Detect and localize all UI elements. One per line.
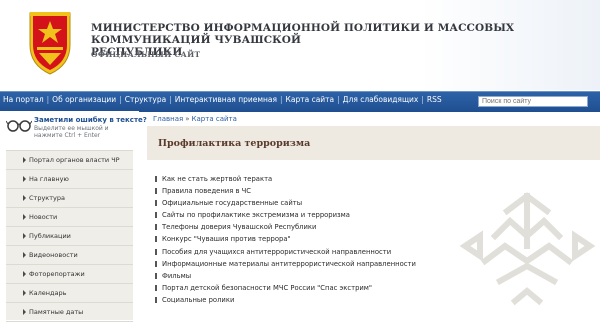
page-title-box: Профилактика терроризма [147, 126, 600, 160]
error-box-title: Заметили ошибку в тексте? [34, 116, 147, 124]
breadcrumb-current[interactable]: Карта сайта [192, 115, 237, 123]
arrow-right-icon [23, 309, 26, 315]
sidebar-item-label: На главную [29, 175, 69, 183]
arrow-right-icon [23, 214, 26, 220]
nav-separator: | [421, 95, 424, 104]
nav-about[interactable]: Об организации [52, 95, 116, 104]
sidebar-item-calendar[interactable]: Календарь [6, 284, 133, 303]
chuvashia-emblem-icon[interactable] [27, 9, 73, 77]
sidebar-item-label: Публикации [29, 232, 71, 240]
sidebar-item-news[interactable]: Новости [6, 208, 133, 227]
list-item[interactable]: Телефоны доверия Чувашской Республики [154, 221, 416, 233]
nav-separator: | [280, 95, 283, 104]
nav-rss[interactable]: RSS [427, 95, 442, 104]
nav-structure[interactable]: Структура [125, 95, 167, 104]
breadcrumb: Главная» Карта сайта [153, 115, 237, 123]
sidebar-item-videonews[interactable]: Видеоновости [6, 246, 133, 265]
page-title: Профилактика терроризма [158, 138, 311, 149]
sidebar-item-label: Фоторепортажи [29, 270, 85, 278]
nav-sitemap[interactable]: Карта сайта [286, 95, 335, 104]
nav-portal[interactable]: На портал [3, 95, 44, 104]
sidebar-item-label: Видеоновости [29, 251, 78, 259]
chuvash-ornament-icon [459, 192, 596, 306]
list-item[interactable]: Информационные материалы антитеррористич… [154, 258, 416, 270]
list-item[interactable]: Социальные ролики [154, 294, 416, 306]
list-item[interactable]: Фильмы [154, 270, 416, 282]
arrow-right-icon [23, 233, 26, 239]
arrow-right-icon [23, 271, 26, 277]
sidebar-item-publications[interactable]: Публикации [6, 227, 133, 246]
nav-separator: | [46, 95, 50, 104]
sidebar-menu: Портал органов власти ЧР На главную Стру… [6, 150, 133, 322]
nav-accessibility[interactable]: Для слабовидящих [343, 95, 419, 104]
arrow-right-icon [23, 176, 26, 182]
arrow-right-icon [23, 290, 26, 296]
nav-separator: | [337, 95, 340, 104]
ministry-title-line1: МИНИСТЕРСТВО ИНФОРМАЦИОННОЙ ПОЛИТИКИ И М… [91, 22, 515, 46]
error-box-text: Выделите ее мышкой и нажмите Ctrl + Ente… [34, 125, 109, 139]
nav-links: На портал | Об организации | Структура | Интер… [3, 95, 442, 104]
sidebar-item-home[interactable]: На главную [6, 170, 133, 189]
list-item[interactable]: Портал детской безопасности МЧС России "… [154, 282, 416, 294]
breadcrumb-separator: » [185, 115, 190, 123]
list-item[interactable]: Пособия для учащихся антитеррористическо… [154, 246, 416, 258]
nav-separator: | [119, 95, 122, 104]
arrow-right-icon [23, 195, 26, 201]
list-item[interactable]: Правила поведения в ЧС [154, 185, 416, 197]
sidebar-item-label: Календарь [29, 289, 67, 297]
sidebar-item-portal[interactable]: Портал органов власти ЧР [6, 151, 133, 170]
list-item[interactable]: Как не стать жертвой теракта [154, 173, 416, 185]
glasses-icon [6, 120, 32, 132]
sidebar-item-memorable-dates[interactable]: Памятные даты [6, 303, 133, 322]
nav-separator: | [169, 95, 172, 104]
error-report-box: Заметили ошибку в тексте? Выделите ее мы… [6, 116, 147, 146]
official-site-label: ОФИЦИАЛЬНЫЙ САЙТ [91, 50, 201, 59]
search-input[interactable] [478, 96, 588, 107]
breadcrumb-home[interactable]: Главная [153, 115, 183, 123]
nav-reception[interactable]: Интерактивная приемная [175, 95, 277, 104]
list-item[interactable]: Официальные государственные сайты [154, 197, 416, 209]
sidebar-item-label: Памятные даты [29, 308, 84, 316]
arrow-right-icon [23, 252, 26, 258]
sidebar-item-structure[interactable]: Структура [6, 189, 133, 208]
sidebar-item-label: Структура [29, 194, 65, 202]
list-item[interactable]: Конкурс "Чувашия против террора" [154, 233, 416, 245]
sidebar-item-label: Портал органов власти ЧР [29, 156, 120, 164]
list-item[interactable]: Сайты по профилактике экстремизма и терр… [154, 209, 416, 221]
terrorism-links-list: Как не стать жертвой теракта Правила пов… [154, 173, 416, 306]
sidebar-item-label: Новости [29, 213, 58, 221]
site-header: МИНИСТЕРСТВО ИНФОРМАЦИОННОЙ ПОЛИТИКИ И М… [0, 0, 600, 90]
arrow-right-icon [23, 157, 26, 163]
sidebar-item-photoreports[interactable]: Фоторепортажи [6, 265, 133, 284]
